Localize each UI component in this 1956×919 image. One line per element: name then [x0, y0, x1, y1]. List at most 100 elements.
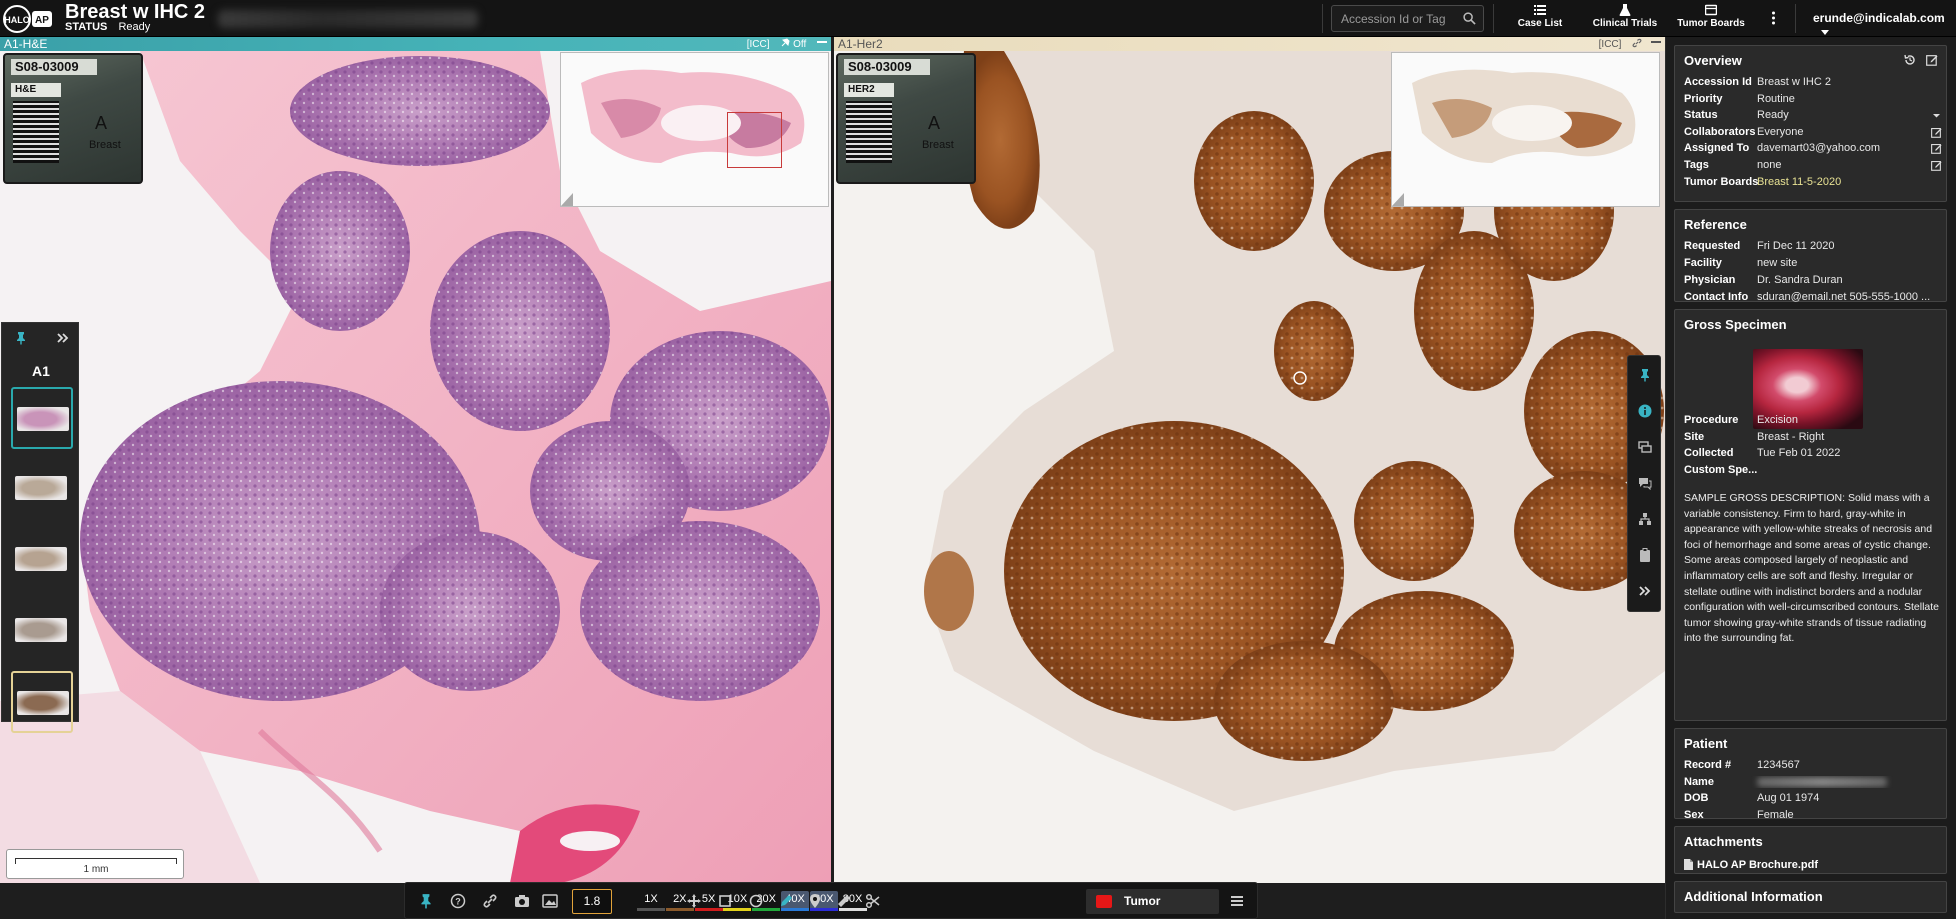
link-icon[interactable]	[482, 893, 498, 909]
viewer-title: A1-H&E	[4, 37, 48, 51]
status-label: STATUS	[65, 21, 108, 33]
sync-toggle[interactable]: Off	[793, 39, 806, 50]
info-key: Tumor Boards	[1684, 175, 1759, 188]
user-menu[interactable]: erunde@indicalab.com	[1813, 11, 1956, 39]
clipboard-icon[interactable]	[1638, 548, 1652, 562]
reference-title: Reference	[1684, 217, 1747, 232]
info-row: Custom Spe...	[1684, 464, 1942, 476]
comments-icon[interactable]	[1638, 476, 1652, 490]
info-key: Contact Info	[1684, 291, 1749, 303]
pen-tool-icon[interactable]	[778, 893, 794, 909]
info-row: Site Breast - Right	[1684, 431, 1942, 443]
pin-icon[interactable]	[1638, 368, 1652, 382]
attachments-title: Attachments	[1684, 834, 1763, 849]
edit-icon[interactable]	[1926, 54, 1938, 66]
info-icon[interactable]	[1638, 404, 1652, 418]
pin-icon[interactable]	[418, 893, 434, 909]
edit-icon[interactable]	[1931, 160, 1942, 171]
attachment-link[interactable]: HALO AP Brochure.pdf	[1684, 859, 1818, 871]
slide-letter: A	[928, 113, 941, 133]
viewer-toolbar: ? 1.8 1X 2X 5X 10X 20X 40X 60X 80X Tumor	[404, 882, 1258, 919]
pin-icon[interactable]	[14, 331, 28, 345]
accession-search[interactable]	[1331, 5, 1484, 32]
annotation-class-select[interactable]: Tumor	[1086, 889, 1219, 914]
additional-info-card[interactable]: Additional Information	[1674, 881, 1947, 913]
halo-ap-logo[interactable]: HALO AP	[3, 5, 55, 33]
hierarchy-icon[interactable]	[1638, 512, 1652, 526]
menu-icon[interactable]	[1229, 893, 1245, 909]
case-info-panel: Overview Accession Id Breast w IHC 2 Prior…	[1665, 37, 1956, 919]
info-value: sduran@email.net 505-555-1000 ...	[1757, 291, 1931, 303]
minimize-icon[interactable]	[817, 37, 827, 47]
info-row: CollaboratorsEveryone	[1684, 126, 1942, 138]
viewer-her2[interactable]: A1-Her2 [ICC] S08-03009 HER2 A Breast	[834, 37, 1665, 883]
overview-card: Overview Accession Id Breast w IHC 2 Prior…	[1674, 45, 1947, 202]
ruler-icon[interactable]	[836, 893, 852, 909]
chevron-down-icon	[1821, 30, 1829, 36]
patient-card: Patient Record # 1234567 Name DOB Aug 01 197…	[1674, 728, 1947, 821]
nav-clinical-trials-label: Clinical Trials	[1592, 18, 1658, 29]
edit-icon[interactable]	[1931, 127, 1942, 138]
camera-icon[interactable]	[514, 893, 530, 909]
slide-id: S08-03009	[11, 59, 97, 75]
search-icon[interactable]	[1463, 12, 1476, 25]
pan-icon[interactable]	[686, 893, 702, 909]
edit-icon[interactable]	[1931, 143, 1942, 155]
info-key: Priority	[1684, 92, 1723, 105]
info-key: Tags	[1684, 159, 1709, 171]
image-icon[interactable]	[542, 893, 558, 909]
overview-map-he[interactable]	[560, 52, 829, 207]
magnification-button[interactable]: 1X	[637, 891, 665, 911]
slide-group-label: A1	[32, 363, 50, 379]
chevron-down-icon[interactable]	[1931, 110, 1942, 121]
history-icon[interactable]	[1903, 54, 1916, 66]
slide-thumbnail-ihc-1[interactable]	[11, 458, 73, 520]
info-key: Record #	[1684, 759, 1732, 771]
info-value: Tue Feb 01 2022	[1757, 447, 1841, 460]
nav-case-list[interactable]: Case List	[1508, 4, 1572, 29]
double-chevron-right-icon[interactable]	[1638, 584, 1652, 598]
list-icon	[1534, 5, 1546, 15]
top-bar: HALO AP Breast w IHC 2 STATUS Ready Case…	[0, 0, 1956, 37]
nav-tumor-boards[interactable]: Tumor Boards	[1675, 4, 1747, 29]
rectangle-tool-icon[interactable]	[717, 893, 733, 909]
info-key: Custom Spe...	[1684, 463, 1758, 476]
info-row: Facility new site	[1684, 257, 1942, 269]
info-key: Collected	[1684, 447, 1734, 460]
annotation-class-color	[1096, 895, 1112, 908]
pin-icon[interactable]	[780, 38, 790, 48]
nav-tumor-boards-label: Tumor Boards	[1677, 18, 1745, 29]
viewport-box[interactable]	[727, 112, 782, 168]
icc-toggle[interactable]: [ICC]	[747, 39, 770, 50]
search-input[interactable]	[1332, 6, 1460, 31]
svg-text:AP: AP	[35, 15, 49, 26]
scissors-icon[interactable]	[865, 893, 881, 909]
info-key: Procedure	[1684, 414, 1739, 426]
attachment-filename: HALO AP Brochure.pdf	[1697, 859, 1819, 871]
slide-thumbnail-ihc-2[interactable]	[11, 529, 73, 591]
overview-map-her2[interactable]	[1391, 52, 1660, 207]
info-row: Contact Info sduran@email.net 505-555-100…	[1684, 291, 1942, 303]
slides-icon[interactable]	[1638, 440, 1652, 454]
double-chevron-right-icon[interactable]	[56, 331, 70, 345]
zoom-level-input[interactable]: 1.8	[572, 889, 612, 914]
magnification-label: 5X	[701, 893, 716, 905]
slide-tray: A1	[1, 322, 79, 733]
info-key: Accession Id	[1684, 76, 1752, 88]
ellipse-tool-icon[interactable]	[748, 893, 764, 909]
icc-toggle[interactable]: [ICC]	[1599, 39, 1622, 50]
info-row: Name	[1684, 776, 1942, 788]
slide-thumbnail-her2[interactable]	[11, 671, 73, 733]
minimize-icon[interactable]	[1651, 37, 1661, 47]
marker-pin-icon[interactable]	[807, 893, 823, 909]
info-value: Breast - Right	[1757, 430, 1825, 443]
slide-thumbnail-ihc-3[interactable]	[11, 600, 73, 662]
more-menu-icon[interactable]	[1771, 10, 1776, 26]
info-key: Sex	[1684, 808, 1704, 821]
slide-thumbnail-he[interactable]	[11, 387, 73, 449]
help-icon[interactable]: ?	[450, 893, 466, 909]
viewer-he[interactable]: A1-H&E [ICC] Off S08-03009 H&E A Breast …	[0, 37, 831, 883]
slide-site: Breast	[922, 139, 954, 151]
nav-clinical-trials[interactable]: Clinical Trials	[1590, 4, 1660, 29]
link-icon[interactable]	[1632, 38, 1642, 48]
